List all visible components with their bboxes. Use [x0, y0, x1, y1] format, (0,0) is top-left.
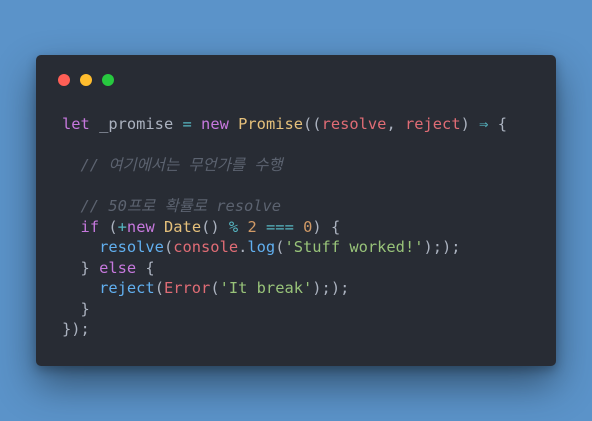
code-line: let _promise = new Promise((resolve, rej… — [62, 114, 507, 135]
code-token: // 여기에서는 무언가를 수행 — [62, 156, 283, 174]
code-token: ) — [460, 115, 480, 133]
code-line: }); — [62, 319, 507, 340]
code-token: ); — [442, 238, 461, 256]
code-token: ( — [163, 238, 174, 256]
code-token: // 50프로 확률로 resolve — [62, 197, 282, 215]
code-token: ); — [330, 279, 350, 297]
code-token: 2 — [247, 217, 257, 236]
code-token: if — [80, 217, 100, 236]
code-line: // 50프로 확률로 resolve — [62, 196, 507, 217]
code-token: { — [136, 258, 155, 277]
code-line: if (+new Date() % 2 === 0) { — [62, 217, 507, 238]
code-token: (( — [303, 115, 322, 133]
code-token: Error — [163, 279, 211, 297]
code-token: resolve — [99, 238, 164, 256]
code-token: ( — [210, 279, 220, 297]
code-token: () — [201, 217, 229, 236]
code-token: ); — [423, 238, 443, 256]
code-token: { — [488, 115, 507, 133]
code-token: _promise — [89, 115, 183, 133]
code-line: reject(Error('It break');); — [62, 278, 507, 299]
code-line: } else { — [62, 258, 507, 279]
code-token: ( — [154, 279, 164, 297]
code-token: new — [201, 115, 229, 133]
code-token: ( — [99, 217, 118, 236]
minimize-button[interactable] — [80, 74, 92, 86]
code-token: reject — [404, 115, 461, 133]
code-line: // 여기에서는 무언가를 수행 — [62, 155, 507, 176]
code-token: , — [386, 115, 405, 133]
code-token: }); — [62, 320, 90, 338]
code-token: console — [173, 238, 239, 256]
code-token: } — [62, 299, 90, 318]
code-token: % — [228, 217, 239, 236]
code-line: resolve(console.log('Stuff worked!');); — [62, 237, 507, 258]
window-controls — [58, 74, 114, 86]
code-token: 'Stuff worked!' — [284, 238, 424, 256]
code-token: + — [117, 217, 127, 236]
code-token: === — [266, 217, 294, 236]
code-token: } — [62, 258, 100, 277]
code-token: Promise — [238, 115, 304, 133]
code-token: reject — [99, 279, 155, 297]
code-window: let _promise = new Promise((resolve, rej… — [36, 55, 556, 366]
code-token: new — [126, 217, 155, 236]
code-token: 0 — [303, 217, 313, 236]
code-token: log — [247, 238, 276, 256]
code-token: ) { — [312, 217, 341, 236]
code-token: = — [182, 115, 192, 133]
code-token: 'It break' — [219, 279, 313, 297]
code-token: . — [238, 238, 248, 256]
maximize-button[interactable] — [102, 74, 114, 86]
code-token: let — [62, 115, 90, 133]
close-button[interactable] — [58, 74, 70, 86]
code-block: let _promise = new Promise((resolve, rej… — [62, 114, 507, 340]
code-line: } — [62, 299, 507, 320]
code-token: Date — [164, 217, 202, 236]
code-token: resolve — [321, 115, 387, 133]
code-token: ); — [312, 279, 331, 297]
code-token: else — [99, 258, 137, 277]
